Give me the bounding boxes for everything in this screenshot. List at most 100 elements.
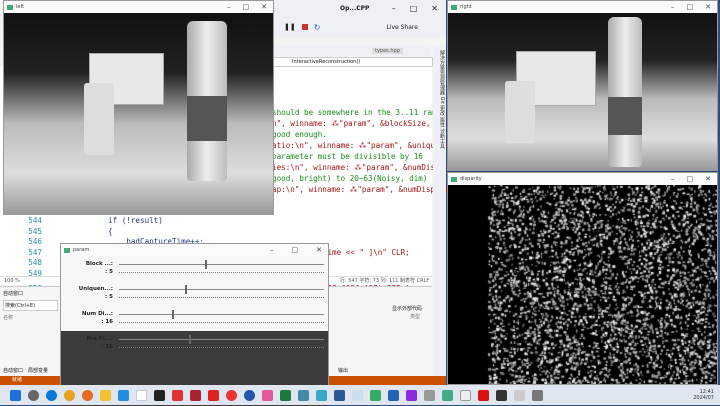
slider-track[interactable] bbox=[119, 260, 324, 269]
app-icon[interactable] bbox=[424, 389, 435, 401]
param-slider-row: Block ...:: 5 bbox=[61, 258, 328, 283]
app-icon[interactable] bbox=[334, 389, 345, 401]
firefox-icon[interactable] bbox=[82, 389, 93, 401]
close-button[interactable]: ✕ bbox=[261, 3, 267, 11]
app-icon[interactable] bbox=[244, 389, 255, 401]
slider-name: Uniquen...: bbox=[78, 286, 113, 292]
minimize-button[interactable]: – bbox=[671, 3, 675, 11]
app-icon[interactable] bbox=[316, 389, 327, 401]
typora-icon[interactable] bbox=[460, 389, 471, 401]
slider-label: Block ...:: 5 bbox=[86, 260, 113, 276]
maximize-button[interactable]: □ bbox=[243, 3, 250, 11]
app-icon[interactable] bbox=[118, 389, 129, 401]
tab-output[interactable]: 输出 bbox=[338, 367, 348, 374]
slider-label: Uniquen...:: 5 bbox=[79, 285, 113, 301]
slider-thumb[interactable] bbox=[184, 285, 187, 294]
restart-icon[interactable]: ↻ bbox=[314, 23, 321, 32]
maximize-button[interactable]: □ bbox=[292, 246, 299, 254]
slider-ticks bbox=[119, 297, 324, 299]
minimize-button[interactable]: – bbox=[392, 4, 396, 13]
app-icon[interactable] bbox=[514, 389, 525, 401]
can bbox=[505, 81, 535, 143]
acrobat-icon[interactable] bbox=[478, 389, 489, 401]
app-icon[interactable] bbox=[172, 389, 183, 401]
param-window[interactable]: param – □ ✕ Block ...:: 5 Uniquen...:: 5 Num … bbox=[60, 243, 329, 406]
code-line: if (!result) bbox=[108, 216, 163, 225]
slider-track[interactable] bbox=[119, 335, 324, 344]
slider-track[interactable] bbox=[119, 310, 324, 319]
vs-titlebar: Op...CPP – □ ✕ bbox=[270, 0, 446, 16]
close-button[interactable]: ✕ bbox=[431, 4, 438, 13]
side-panel-tabs[interactable]: 解决方案资源管理器 Git 更改 属性 诊断工具 bbox=[433, 46, 446, 376]
code-line: atio:\n", winname: ⁂"param", &uniquenes bbox=[272, 141, 454, 150]
right-image-window[interactable]: right – □ ✕ bbox=[447, 0, 718, 171]
param-slider-row: Pre Fi...:: 16 bbox=[61, 333, 328, 358]
app-icon bbox=[451, 176, 457, 182]
tab-types-hpp[interactable]: types.hpp bbox=[372, 48, 403, 54]
minimize-button[interactable]: – bbox=[227, 3, 231, 11]
start-icon[interactable] bbox=[10, 389, 21, 401]
edge-icon[interactable] bbox=[46, 389, 57, 401]
netease-music-icon[interactable] bbox=[226, 389, 237, 401]
bilibili-icon[interactable] bbox=[262, 389, 273, 401]
app-icon[interactable] bbox=[442, 389, 453, 401]
code-line: should be somewhere in the 3..11 ran bbox=[272, 108, 437, 117]
visual-studio-icon[interactable] bbox=[406, 389, 417, 401]
wechat-icon[interactable] bbox=[136, 389, 147, 401]
date: 2024/07 bbox=[693, 395, 714, 401]
left-camera-image bbox=[4, 13, 273, 214]
code-line: parameter must be divisible by 16 bbox=[272, 152, 423, 161]
search-icon[interactable] bbox=[28, 389, 39, 401]
window-title: param bbox=[73, 247, 90, 253]
maximize-button[interactable]: □ bbox=[687, 175, 694, 183]
excel-icon[interactable] bbox=[280, 389, 291, 401]
file-explorer-icon[interactable] bbox=[100, 389, 111, 401]
close-button[interactable]: ✕ bbox=[705, 3, 711, 11]
window-title: right bbox=[460, 4, 472, 10]
ready-status: 就绪 bbox=[12, 377, 23, 383]
app-icon bbox=[64, 247, 70, 253]
clock[interactable]: 12:41 2024/07 bbox=[693, 389, 720, 401]
close-button[interactable]: ✕ bbox=[316, 246, 322, 254]
tab-autos[interactable]: 自动窗口 bbox=[3, 367, 23, 374]
slider-thumb[interactable] bbox=[205, 260, 208, 269]
youdao-icon[interactable] bbox=[208, 389, 219, 401]
zoom-level[interactable]: 100 % bbox=[4, 278, 20, 284]
cursor-position: 行: 547 字符: 73 列: 111 制表符 CRLF bbox=[340, 278, 430, 284]
slider-thumb[interactable] bbox=[172, 310, 175, 319]
param-slider-row: Uniquen...:: 5 bbox=[61, 283, 328, 308]
disparity-window[interactable]: disparity – □ ✕ bbox=[447, 172, 718, 385]
close-button[interactable]: ✕ bbox=[705, 175, 711, 183]
slider-track[interactable] bbox=[119, 285, 324, 294]
pause-icon[interactable]: ❚❚ bbox=[284, 23, 296, 31]
nav-dropdown[interactable]: InteractiveReconstruction() bbox=[273, 57, 433, 67]
app-icon[interactable] bbox=[190, 389, 201, 401]
app-icon[interactable] bbox=[298, 389, 309, 401]
app-icon[interactable] bbox=[352, 389, 363, 401]
slider-name: Pre Fi...: bbox=[86, 336, 114, 342]
window-title: left bbox=[16, 4, 25, 10]
show-external-code-button[interactable]: 显示外部代码 bbox=[392, 305, 422, 312]
window-title: disparity bbox=[460, 176, 482, 182]
slider-value: : 5 bbox=[105, 294, 113, 300]
app-icon[interactable] bbox=[370, 389, 381, 401]
minimize-button[interactable]: – bbox=[671, 175, 675, 183]
line-number: 547 bbox=[28, 247, 42, 257]
tab-locals[interactable]: 局部变量 bbox=[28, 367, 48, 374]
maximize-button[interactable]: □ bbox=[687, 3, 694, 11]
app-icon[interactable] bbox=[532, 389, 543, 401]
qq-icon[interactable] bbox=[154, 389, 165, 401]
left-image-window[interactable]: left – □ ✕ bbox=[3, 0, 274, 215]
live-share-button[interactable]: Live Share bbox=[386, 24, 417, 31]
code-line: ies:\n", winname: ⁂"param", &numDispari bbox=[272, 163, 454, 172]
maximize-button[interactable]: □ bbox=[410, 4, 418, 13]
app-icon[interactable] bbox=[388, 389, 399, 401]
slider-ticks bbox=[119, 272, 324, 274]
autos-search-input[interactable]: 搜索(Ctrl+E) bbox=[3, 300, 58, 311]
terminal-icon[interactable] bbox=[496, 389, 507, 401]
chrome-icon[interactable] bbox=[64, 389, 75, 401]
minimize-button[interactable]: – bbox=[270, 246, 274, 254]
slider-thumb[interactable] bbox=[188, 335, 191, 344]
can bbox=[84, 83, 114, 155]
stop-icon[interactable] bbox=[301, 24, 308, 30]
